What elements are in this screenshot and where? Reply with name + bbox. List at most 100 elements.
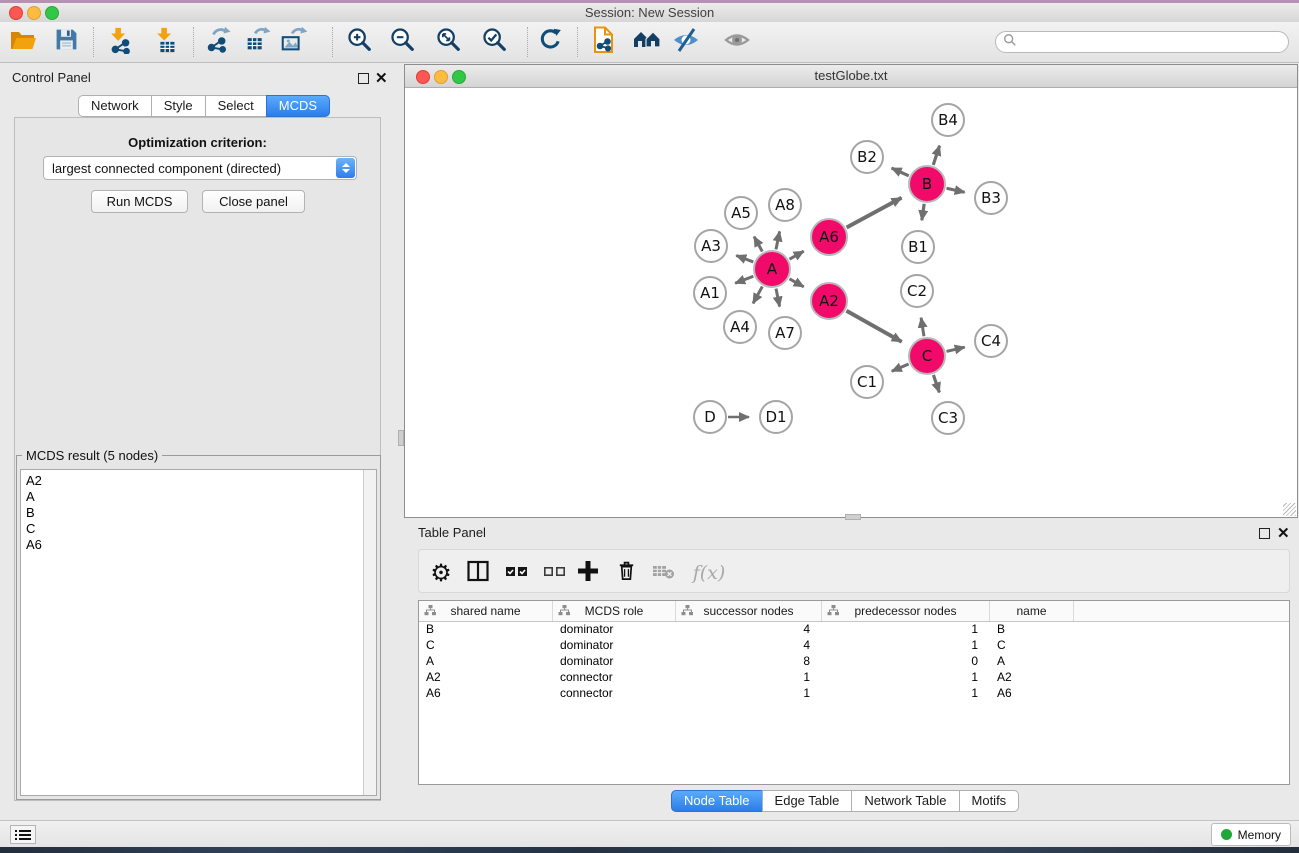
hide-panels-button[interactable]	[671, 27, 701, 57]
graph-edge-C-C1[interactable]	[892, 364, 909, 371]
cell-successor-nodes[interactable]: 4	[676, 622, 822, 638]
graph-edge-A-A1[interactable]	[735, 276, 753, 283]
cell-successor-nodes[interactable]: 1	[676, 670, 822, 686]
cell-name[interactable]: A	[990, 654, 1074, 670]
cell-predecessor-nodes[interactable]: 1	[822, 638, 990, 654]
list-item[interactable]: A	[21, 489, 376, 505]
memory-button[interactable]: Memory	[1211, 823, 1291, 846]
tab-style[interactable]: Style	[151, 95, 206, 117]
show-column-button[interactable]	[463, 558, 493, 588]
export-network-button[interactable]	[203, 27, 233, 57]
table-row[interactable]: A dominator 8 0 A	[419, 654, 1289, 670]
cell-predecessor-nodes[interactable]: 1	[822, 686, 990, 702]
table-panel-close-icon[interactable]: ✕	[1277, 528, 1290, 540]
network-file-button[interactable]	[589, 27, 619, 57]
table-row[interactable]: A2 connector 1 1 A2	[419, 670, 1289, 686]
table-row[interactable]: C dominator 4 1 C	[419, 638, 1289, 654]
graph-edge-A-A2[interactable]	[789, 279, 803, 287]
open-session-button[interactable]	[8, 27, 38, 57]
cell-successor-nodes[interactable]: 4	[676, 638, 822, 654]
cell-shared-name[interactable]: C	[419, 638, 553, 654]
cell-shared-name[interactable]: B	[419, 622, 553, 638]
graph-node-A3[interactable]: A3	[694, 229, 728, 263]
table-panel-float-icon[interactable]	[1259, 528, 1270, 539]
column-header-mcds-role[interactable]: MCDS role	[553, 601, 676, 621]
cell-shared-name[interactable]: A6	[419, 686, 553, 702]
graph-edge-C-C3[interactable]	[933, 375, 939, 392]
run-mcds-button[interactable]: Run MCDS	[91, 190, 188, 213]
import-table-button[interactable]	[151, 27, 181, 57]
import-network-button[interactable]	[105, 27, 135, 57]
table-settings-button[interactable]: ⚙	[426, 558, 456, 588]
graph-node-A5[interactable]: A5	[724, 196, 758, 230]
minimize-traffic-light[interactable]	[434, 70, 448, 84]
cell-predecessor-nodes[interactable]: 1	[822, 622, 990, 638]
close-panel-button[interactable]: Close panel	[202, 190, 305, 213]
column-header-name[interactable]: name	[990, 601, 1074, 621]
criterion-dropdown[interactable]: largest connected component (directed)	[43, 156, 357, 180]
zoom-out-button[interactable]	[387, 27, 417, 57]
column-header-successor-nodes[interactable]: successor nodes	[676, 601, 822, 621]
graph-edge-C-C2[interactable]	[921, 318, 924, 337]
search-field[interactable]	[995, 31, 1289, 53]
graph-node-D[interactable]: D	[693, 400, 727, 434]
graph-node-A7[interactable]: A7	[768, 316, 802, 350]
cell-mcds-role[interactable]: dominator	[553, 638, 676, 654]
table-row[interactable]: A6 connector 1 1 A6	[419, 686, 1289, 702]
refresh-view-button[interactable]	[535, 27, 565, 57]
list-item[interactable]: B	[21, 505, 376, 521]
graph-edge-A-A5[interactable]	[754, 237, 762, 252]
close-traffic-light[interactable]	[416, 70, 430, 84]
cell-name[interactable]: A6	[990, 686, 1074, 702]
graph-node-B4[interactable]: B4	[931, 103, 965, 137]
graph-edge-B-B3[interactable]	[947, 188, 965, 192]
mcds-result-list[interactable]: A2 A B C A6	[20, 469, 377, 796]
close-traffic-light[interactable]	[9, 6, 23, 20]
function-builder-button[interactable]: f(x)	[687, 558, 731, 588]
graph-edge-C-C4[interactable]	[946, 347, 964, 351]
graph-node-C4[interactable]: C4	[974, 324, 1008, 358]
scrollbar-track[interactable]	[363, 470, 376, 795]
graph-edge-A-A3[interactable]	[736, 256, 753, 262]
tab-network[interactable]: Network	[78, 95, 152, 117]
column-header-shared-name[interactable]: shared name	[419, 601, 553, 621]
deselect-all-button[interactable]	[540, 558, 570, 588]
graph-node-B[interactable]: B	[908, 165, 946, 203]
minimize-traffic-light[interactable]	[27, 6, 41, 20]
zoom-fit-button[interactable]	[433, 27, 463, 57]
graph-edge-A6-B[interactable]	[847, 198, 902, 228]
cell-name[interactable]: A2	[990, 670, 1074, 686]
graph-edge-B-B1[interactable]	[922, 204, 924, 220]
cell-mcds-role[interactable]: dominator	[553, 654, 676, 670]
table-row[interactable]: B dominator 4 1 B	[419, 622, 1289, 638]
list-item[interactable]: A6	[21, 537, 376, 553]
graph-edge-B-B2[interactable]	[892, 168, 909, 176]
cell-name[interactable]: B	[990, 622, 1074, 638]
column-header-predecessor-nodes[interactable]: predecessor nodes	[822, 601, 990, 621]
cell-predecessor-nodes[interactable]: 1	[822, 670, 990, 686]
cell-successor-nodes[interactable]: 1	[676, 686, 822, 702]
tab-select[interactable]: Select	[205, 95, 267, 117]
export-image-button[interactable]	[278, 27, 308, 57]
add-row-button[interactable]	[573, 558, 603, 588]
zoom-traffic-light[interactable]	[45, 6, 59, 20]
zoom-in-button[interactable]	[344, 27, 374, 57]
list-item[interactable]: C	[21, 521, 376, 537]
cell-name[interactable]: C	[990, 638, 1074, 654]
graph-edge-A-A8[interactable]	[776, 231, 780, 249]
cell-mcds-role[interactable]: dominator	[553, 622, 676, 638]
cell-mcds-role[interactable]: connector	[553, 686, 676, 702]
tab-network-table[interactable]: Network Table	[851, 790, 959, 812]
graph-node-B1[interactable]: B1	[901, 230, 935, 264]
network-canvas[interactable]: B4 B2 B B3 B1 A5 A8 A6 A3 A A1 C2 A4 A7 …	[405, 88, 1297, 517]
cell-shared-name[interactable]: A	[419, 654, 553, 670]
graph-node-A[interactable]: A	[753, 250, 791, 288]
network-window-titlebar[interactable]: testGlobe.txt	[405, 65, 1297, 88]
delete-table-button[interactable]	[649, 558, 679, 588]
zoom-selected-button[interactable]	[479, 27, 509, 57]
cell-mcds-role[interactable]: connector	[553, 670, 676, 686]
cell-shared-name[interactable]: A2	[419, 670, 553, 686]
graph-node-C3[interactable]: C3	[931, 401, 965, 435]
save-session-button[interactable]	[51, 27, 81, 57]
graph-node-A6[interactable]: A6	[810, 218, 848, 256]
